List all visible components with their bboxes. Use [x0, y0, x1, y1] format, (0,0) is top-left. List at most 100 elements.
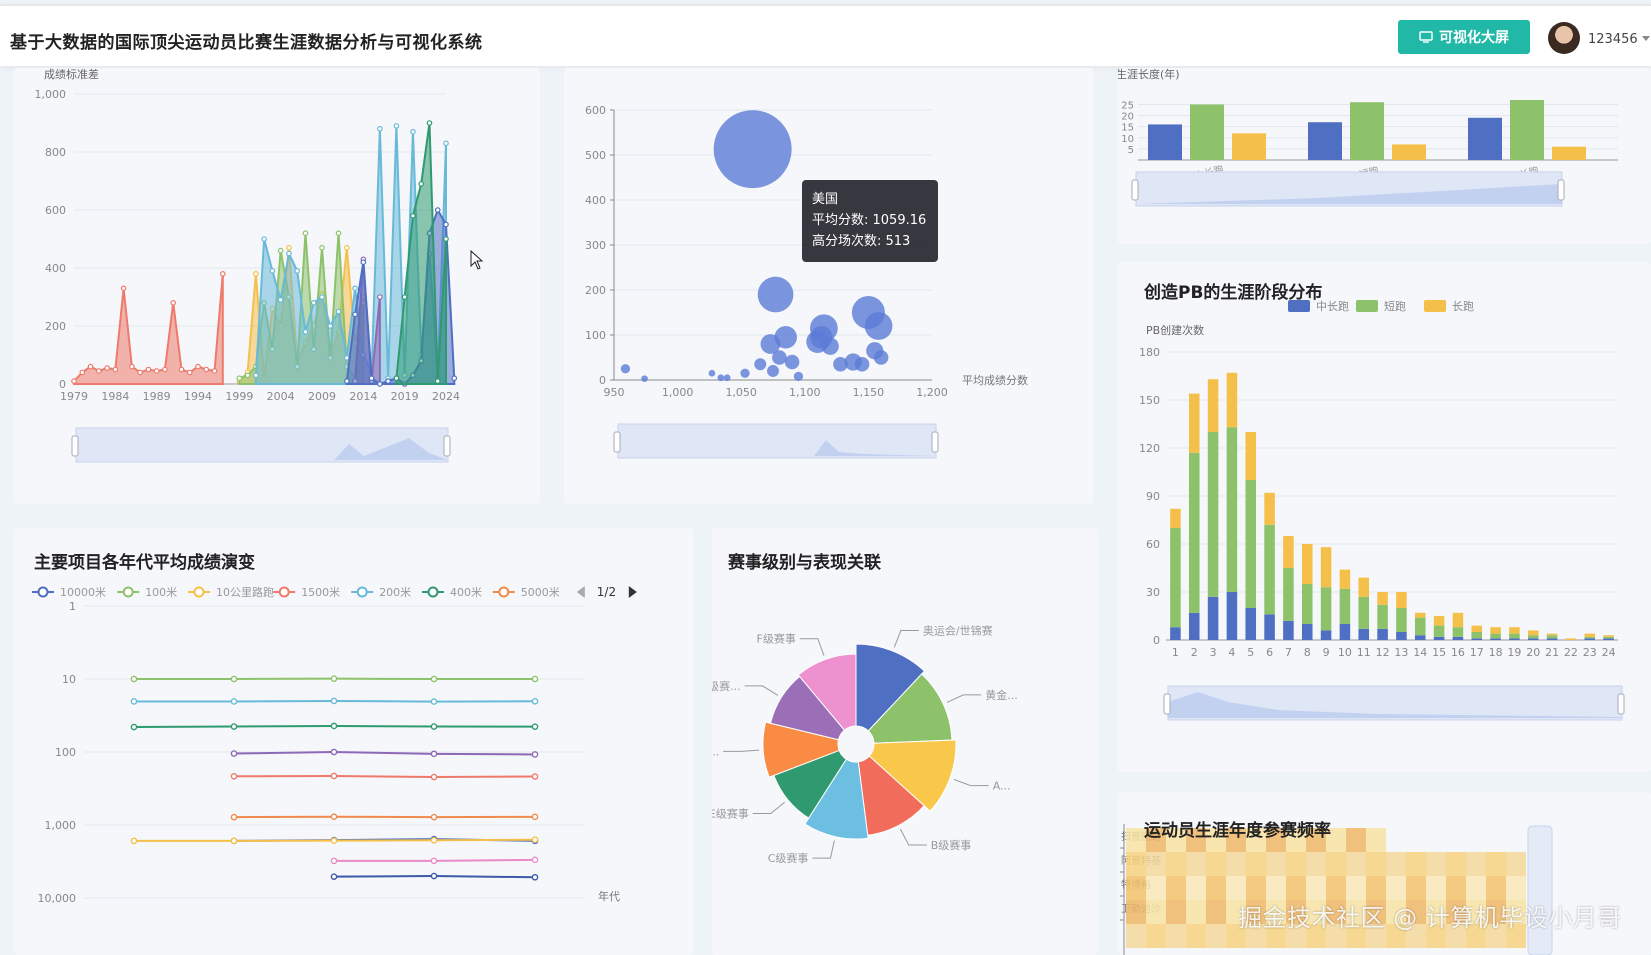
- stdev-data-point: [170, 300, 177, 306]
- stdev-data-point: [153, 368, 160, 374]
- stdev-data-point: [286, 250, 292, 257]
- bubble-x-tick: 1,000: [662, 386, 694, 399]
- career-bar-中长跑: [1148, 124, 1182, 160]
- pb-legend-swatch: [1424, 300, 1446, 312]
- pb-bar-中长跑: [1188, 612, 1200, 640]
- stdev-data-point: [393, 375, 400, 382]
- bubble-point: [784, 354, 800, 370]
- pb-bar-中长跑: [1584, 638, 1596, 640]
- evolution-title: 主要项目各年代平均成绩演变: [34, 553, 255, 573]
- bubble-point: [717, 374, 725, 382]
- evo-data-point: [230, 772, 238, 780]
- stdev-data-point: [360, 259, 367, 266]
- career-length-bar-chart: 生涯长度(年)510152025中长跑短跑长跑: [1116, 67, 1618, 207]
- evo-data-point: [531, 813, 539, 821]
- stdev-x-tick: 1999: [225, 390, 253, 403]
- stdev-x-tick: 2004: [267, 390, 295, 403]
- stdev-data-point: [186, 369, 193, 376]
- evo-data-point: [531, 873, 539, 881]
- pb-legend-label: 短跑: [1384, 299, 1406, 313]
- evo-y-tick: 10: [62, 673, 76, 686]
- bubble-zoom-slider: [617, 423, 937, 459]
- pb-bar-长跑: [1320, 547, 1332, 588]
- stdev-data-point: [79, 369, 86, 376]
- evo-data-point: [430, 698, 438, 705]
- user-avatar[interactable]: [1548, 22, 1580, 54]
- stdev-data-point: [145, 366, 152, 373]
- stdev-data-point: [377, 125, 383, 132]
- pb-bar-长跑: [1490, 627, 1501, 634]
- stdev-y-tick: 1,000: [35, 88, 67, 101]
- heatmap-cell: [1146, 900, 1166, 924]
- pb-bar-短跑: [1283, 568, 1294, 621]
- pb-bar-中长跑: [1509, 638, 1520, 640]
- career-bar-短跑: [1350, 102, 1384, 160]
- evo-legend-marker: [193, 586, 205, 598]
- evo-legend-label: 5000米: [521, 586, 560, 599]
- bubble-point: [774, 326, 797, 349]
- heatmap-cell: [1486, 876, 1506, 900]
- heatmap-cell: [1406, 876, 1426, 900]
- pb-y-tick: 30: [1146, 586, 1160, 599]
- visual-screen-button[interactable]: 可视化大屏: [1398, 20, 1530, 54]
- pie-label: A...: [993, 780, 1011, 793]
- stdev-data-point: [112, 366, 119, 373]
- stdev-x-tick: 1984: [101, 390, 129, 403]
- stdev-data-point: [327, 323, 334, 329]
- heatmap-cell: [1466, 852, 1486, 876]
- bubble-scatter-chart: 0100200300400500600950 1,000 1,050 1,100 1,1…: [585, 104, 1028, 459]
- caret-down-icon[interactable]: [1642, 36, 1650, 41]
- evo-legend-label: 10000米: [60, 586, 106, 599]
- heatmap-cell: [1366, 876, 1386, 900]
- pb-x-tick: 4: [1228, 646, 1235, 659]
- bubble-zoom-handle-left: [613, 431, 621, 453]
- bubble-point: [641, 375, 648, 382]
- username[interactable]: 123456: [1588, 32, 1638, 47]
- heatmap-cell: [1446, 876, 1466, 900]
- evo-x-axis-title: 年代: [598, 889, 620, 903]
- pb-bar-短跑: [1452, 627, 1464, 637]
- heatmap-cell: [1126, 924, 1146, 948]
- pb-bar-短跑: [1207, 432, 1219, 597]
- evo-data-point: [230, 837, 238, 845]
- stdev-data-point: [277, 297, 284, 303]
- pie-label: 奥运会/世锦赛: [923, 624, 993, 638]
- pb-bar-长跑: [1546, 633, 1558, 636]
- pb-bar-短跑: [1339, 588, 1351, 624]
- tooltip-high-count: 高分场次数: 513: [812, 234, 911, 249]
- stdev-data-point: [269, 268, 276, 274]
- stdev-data-point: [129, 363, 135, 370]
- heatmap-cell: [1186, 852, 1206, 876]
- pb-bar-短跑: [1433, 625, 1445, 637]
- level-panel: 赛事级别与表现关联 奥运会/世锦赛黄金... A... B级赛事 C级赛事 E级赛事 钻.…: [698, 528, 1098, 955]
- pb-x-tick: 20: [1526, 646, 1540, 659]
- career-y-tick: 20: [1121, 112, 1134, 123]
- heatmap-cell: [1266, 852, 1286, 876]
- pb-bar-中长跑: [1471, 638, 1483, 640]
- stdev-zoom-handle-left: [71, 435, 79, 457]
- legend-next-arrow-icon: [628, 586, 637, 598]
- career-bar-短跑: [1510, 100, 1544, 160]
- stdev-data-point: [294, 268, 301, 274]
- stdev-data-point: [195, 363, 201, 370]
- pb-stage-panel: 创造PB的生涯阶段分布 中长跑 短跑 长跑 PB创建次数 0 30 60 90 120 150 18…: [1118, 262, 1651, 772]
- evo-legend-label: 400米: [450, 586, 482, 599]
- evo-data-point: [330, 697, 338, 705]
- bubble-point: [864, 312, 893, 340]
- tooltip-country: 美国: [812, 192, 839, 207]
- evo-data-point: [430, 750, 438, 758]
- stdev-area-chart: 成绩标准差02004006008001,0001979 1984 1989 1994 1…: [35, 67, 460, 463]
- pie-label-line: [723, 749, 760, 752]
- evo-data-point: [531, 751, 539, 758]
- pb-bar-长跑: [1226, 372, 1238, 428]
- evo-data-point: [330, 813, 338, 821]
- pb-bar-中长跑: [1452, 636, 1464, 640]
- pb-bar-短跑: [1414, 617, 1426, 636]
- heatmap-cell: [1306, 852, 1326, 876]
- bubble-x-tick: 1,150: [853, 386, 885, 399]
- evo-data-point: [430, 675, 438, 683]
- pb-bar-短跑: [1245, 480, 1257, 608]
- pb-legend-swatch: [1356, 300, 1378, 312]
- evo-data-point: [531, 675, 539, 683]
- stdev-data-point: [352, 311, 358, 318]
